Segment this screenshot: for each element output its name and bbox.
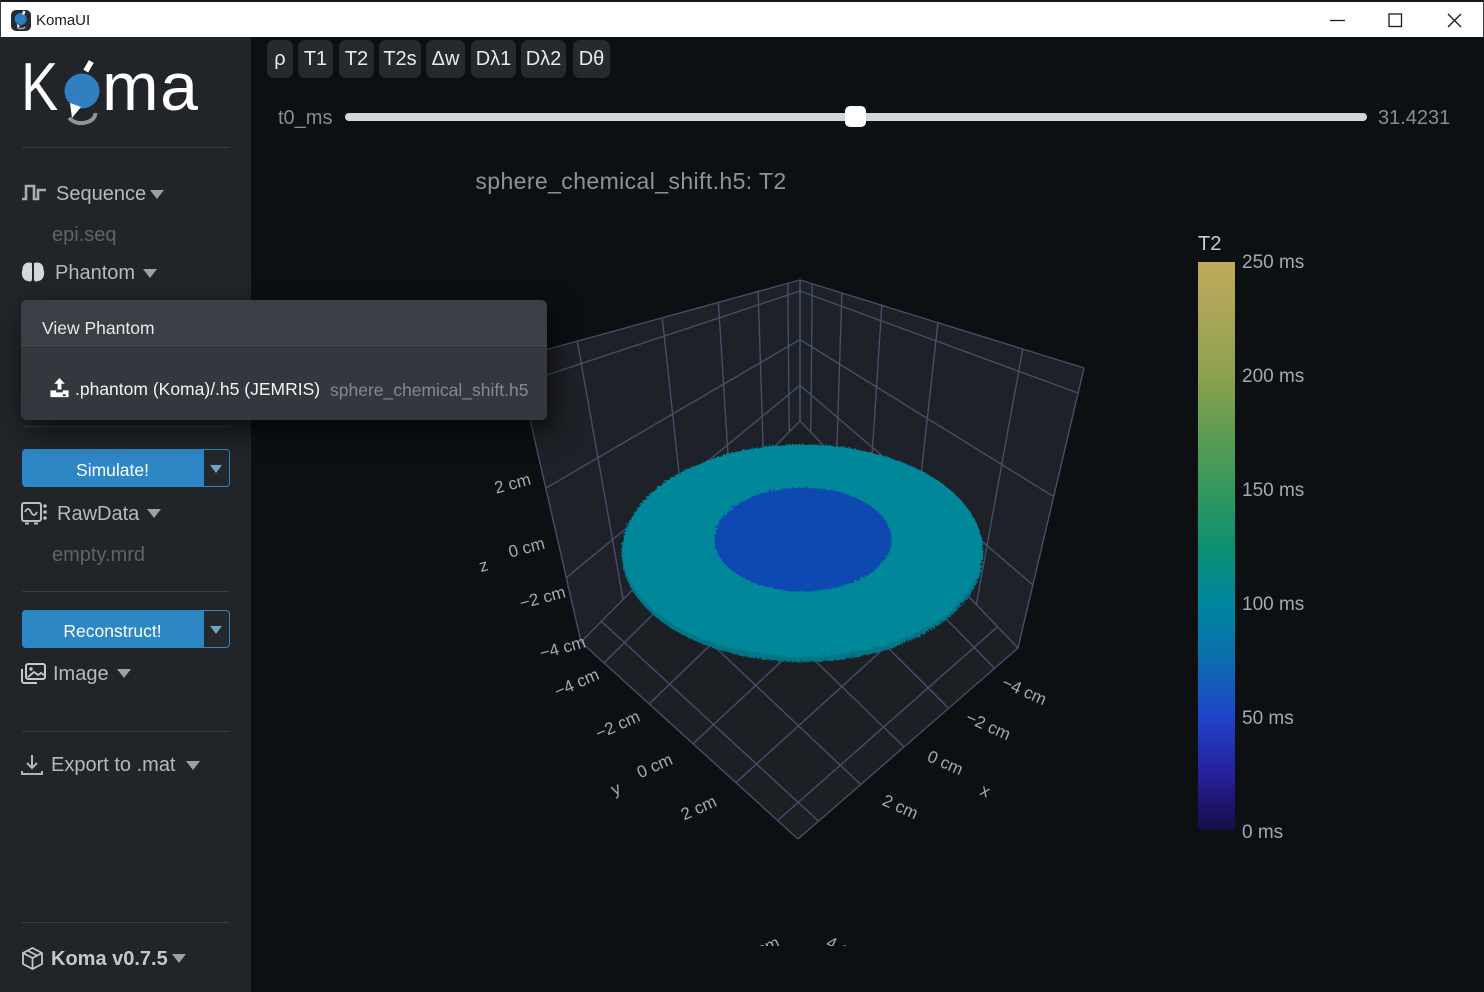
svg-text:−2 cm: −2 cm xyxy=(593,707,643,743)
svg-text:−4 cm: −4 cm xyxy=(999,673,1049,709)
svg-text:−4 cm: −4 cm xyxy=(538,632,588,662)
svg-text:150 ms: 150 ms xyxy=(1242,480,1304,501)
svg-text:0 cm: 0 cm xyxy=(506,534,547,562)
svg-text:2 cm: 2 cm xyxy=(492,470,533,498)
svg-text:50 ms: 50 ms xyxy=(1242,708,1294,729)
svg-text:−4 cm: −4 cm xyxy=(552,665,602,701)
svg-text:T2: T2 xyxy=(1198,233,1221,255)
svg-text:0 cm: 0 cm xyxy=(925,747,966,779)
svg-text:0 ms: 0 ms xyxy=(1242,822,1283,843)
svg-text:x: x xyxy=(977,781,993,802)
svg-text:2 cm: 2 cm xyxy=(678,792,719,824)
svg-text:4 cm: 4 cm xyxy=(741,933,782,965)
svg-text:sphere_chemical_shift.h5: T2: sphere_chemical_shift.h5: T2 xyxy=(475,168,786,194)
svg-text:250 ms: 250 ms xyxy=(1242,252,1304,273)
svg-text:100 ms: 100 ms xyxy=(1242,594,1304,615)
svg-text:z: z xyxy=(477,555,490,576)
svg-text:4 cm: 4 cm xyxy=(824,933,865,965)
svg-text:0 cm: 0 cm xyxy=(634,750,675,782)
svg-text:2 cm: 2 cm xyxy=(880,791,921,823)
svg-text:−2 cm: −2 cm xyxy=(518,582,568,612)
svg-text:y: y xyxy=(608,778,624,799)
svg-text:200 ms: 200 ms xyxy=(1242,366,1304,387)
svg-text:−2 cm: −2 cm xyxy=(963,708,1013,744)
